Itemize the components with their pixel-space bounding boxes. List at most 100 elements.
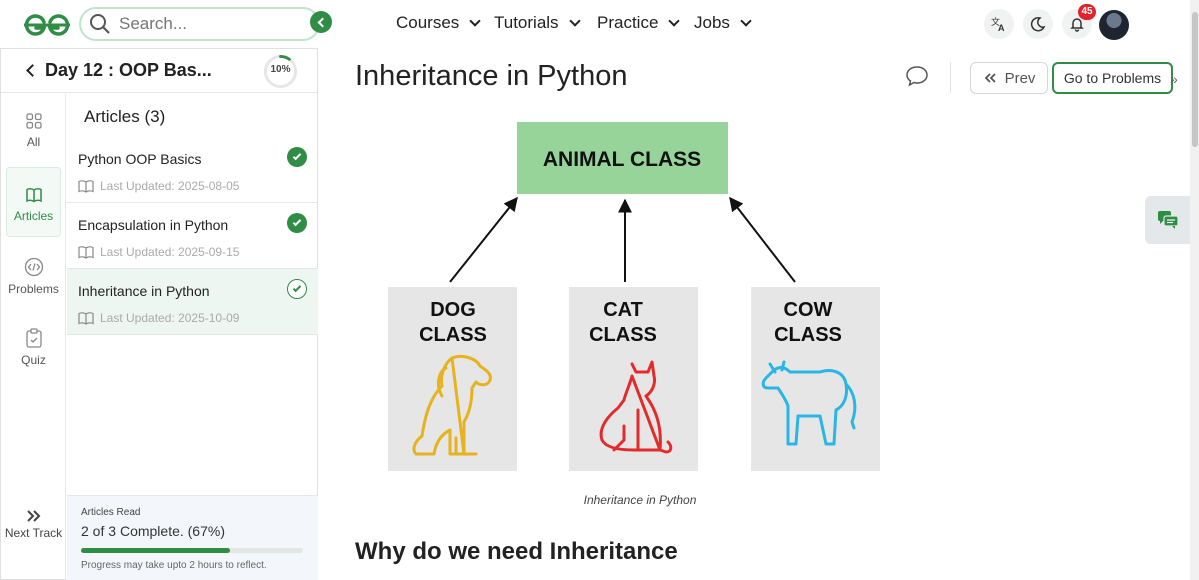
translate-icon: 文A [991,16,1005,32]
sidebar-rail: All Articles Problems Quiz Next Track [1,94,66,580]
double-chevron-right-icon[interactable]: » [1170,71,1178,87]
article-title: Inheritance in Python [78,283,210,299]
gfg-logo[interactable] [22,10,72,38]
progress-read-count: 2 [81,523,89,539]
avatar[interactable] [1099,10,1129,40]
nav-practice[interactable]: Practice [597,13,681,33]
rail-label: All [26,135,41,149]
rail-label: Articles [13,209,54,223]
articles-heading: Articles (3) [84,107,166,126]
search-input[interactable] [119,14,299,34]
inherit-arrow [729,196,796,283]
book-icon [25,188,42,203]
chevron-down-icon [740,14,752,27]
section-heading: Why do we need Inheritance [355,538,678,565]
in-progress-check-icon [287,279,307,299]
day-title: Day 12 : OOP Bas... [45,60,212,80]
completed-check-icon [287,147,307,167]
nav-label: Practice [597,13,659,32]
article-item[interactable]: Encapsulation in Python Last Updated: 20… [67,203,318,269]
nav-label: Jobs [694,13,730,32]
nav-courses[interactable]: Courses [396,13,481,33]
inherit-arrow [449,196,518,283]
book-icon [78,180,94,193]
article-item-active[interactable]: Inheritance in Python Last Updated: 2025… [67,269,318,335]
next-track-label: Next Track [4,526,63,540]
dark-mode-button[interactable] [1023,9,1053,39]
article-updated: Last Updated: 2025-09-15 [100,245,240,259]
chat-button[interactable] [1145,196,1190,244]
notification-badge: 45 [1078,4,1096,20]
moon-icon [1030,16,1046,32]
progress-total-count: 3 [108,523,117,539]
progress-note: Progress may take upto 2 hours to reflec… [81,560,267,571]
collapse-sidebar-button[interactable] [310,11,332,33]
rail-item-articles[interactable]: Articles [6,167,61,237]
clipboard-icon [25,328,42,348]
chevron-down-icon [469,14,481,27]
inheritance-diagram: ANIMAL CLASS DOG CLASS CAT CLASS COW CLA… [388,122,880,471]
prev-button[interactable]: Prev [970,62,1048,94]
grid-icon [25,113,42,129]
chevron-left-icon [317,17,328,27]
search-box[interactable] [79,7,320,41]
nav-jobs[interactable]: Jobs [694,13,752,33]
dog-class-label-line1: DOG [430,299,476,321]
progress-bar [81,548,303,553]
svg-text:A: A [998,23,1005,32]
sidebar-header: Day 12 : OOP Bas... 10% [1,49,317,93]
top-navbar: Courses Tutorials Practice Jobs 文A 45 [0,0,1199,48]
article-title: Encapsulation in Python [78,217,229,233]
translate-button[interactable]: 文A [984,9,1014,39]
code-icon [24,257,43,277]
double-chevron-left-icon [984,73,996,83]
scrollbar-thumb[interactable] [1192,12,1198,147]
divider [950,62,951,93]
completed-check-icon [287,213,307,233]
next-track-button[interactable]: Next Track [1,509,66,540]
article-meta: Last Updated: 2025-08-05 [78,179,239,193]
rail-item-quiz[interactable]: Quiz [6,310,61,380]
progress-label: Articles Read [81,507,141,518]
rail-label: Quiz [21,353,46,367]
article-updated: Last Updated: 2025-10-09 [100,311,240,325]
chevron-down-icon [568,14,581,27]
rail-item-all[interactable]: All [6,94,61,164]
progress-bar-fill [81,548,230,553]
book-icon [78,246,94,259]
article-meta: Last Updated: 2025-09-15 [78,245,239,259]
animal-class-label: ANIMAL CLASS [543,148,701,171]
rail-label: Problems [8,282,59,296]
chevron-down-icon [668,14,681,27]
progress-percent: Complete. (67%) [116,523,225,539]
progress-of: of [88,523,109,539]
comment-icon[interactable] [905,65,929,87]
rail-item-problems[interactable]: Problems [6,239,61,309]
cat-class-label-line2: CLASS [589,324,657,346]
cow-class-label-line1: COW [784,299,833,321]
prev-label: Prev [1004,69,1036,87]
article-title: Python OOP Basics [78,151,202,167]
page-title: Inheritance in Python [355,60,628,92]
dog-class-label-line2: CLASS [419,324,487,346]
articles-progress: Articles Read 2 of 3 Complete. (67%) Pro… [67,495,318,580]
book-icon [78,312,94,325]
search-icon [90,14,110,34]
double-chevron-right-icon [26,510,40,522]
cow-class-label-line2: CLASS [774,324,842,346]
nav-tutorials[interactable]: Tutorials [494,13,581,33]
nav-label: Courses [396,13,460,32]
go-to-problems-button[interactable]: Go to Problems [1052,62,1173,94]
article-item[interactable]: Python OOP Basics Last Updated: 2025-08-… [67,137,318,203]
back-chevron-icon[interactable] [26,64,39,77]
progress-ring-label: 10% [270,64,291,75]
article-meta: Last Updated: 2025-10-09 [78,311,239,325]
course-sidebar: Day 12 : OOP Bas... 10% All Articles Pro… [0,48,318,580]
go-to-problems-label: Go to Problems [1063,70,1162,86]
article-updated: Last Updated: 2025-08-05 [100,179,240,193]
diagram-caption: Inheritance in Python [583,493,697,507]
chat-icon [1157,211,1179,229]
cat-class-label-line1: CAT [603,299,643,321]
nav-label: Tutorials [494,13,559,32]
progress-status: 2 of 3 Complete. (67%) [81,523,225,539]
